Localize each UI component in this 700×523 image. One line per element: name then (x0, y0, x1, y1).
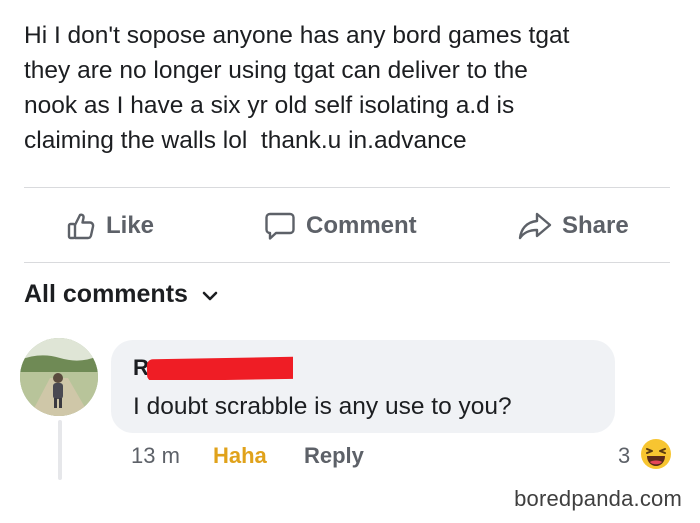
share-label: Share (562, 212, 629, 239)
comment-timestamp: 13 m (131, 443, 180, 468)
divider-top (24, 187, 670, 188)
laughing-face-icon (640, 438, 672, 470)
comments-filter-dropdown[interactable]: All comments (24, 280, 218, 309)
post-text: Hi I don't sopose anyone has any bord ga… (24, 22, 570, 154)
share-arrow-icon (518, 211, 552, 241)
haha-reaction-button[interactable]: Haha (213, 442, 267, 470)
like-label: Like (106, 212, 155, 239)
avatar[interactable] (20, 338, 98, 416)
comment-text: I doubt scrabble is any use to you? (133, 393, 512, 420)
reply-button[interactable]: Reply (304, 442, 364, 470)
comment-button[interactable]: Comment (264, 203, 417, 249)
reaction-count[interactable]: 3 (618, 442, 630, 470)
speech-bubble-icon (264, 210, 296, 242)
post-actions-bar: Like Comment Share (24, 203, 670, 249)
divider-bottom (24, 262, 670, 263)
thumbs-up-icon (66, 211, 96, 241)
comment-label: Comment (306, 212, 417, 239)
commenter-name[interactable]: R (133, 354, 293, 380)
comment-bubble: R I doubt scrabble is any use to you? (111, 340, 615, 433)
watermark: boredpanda.com (514, 486, 682, 511)
redaction-mark (146, 356, 293, 380)
chevron-down-icon (202, 280, 218, 309)
comments-filter-label: All comments (24, 280, 188, 308)
like-button[interactable]: Like (66, 203, 154, 249)
share-button[interactable]: Share (518, 203, 629, 249)
thread-line (58, 420, 62, 480)
